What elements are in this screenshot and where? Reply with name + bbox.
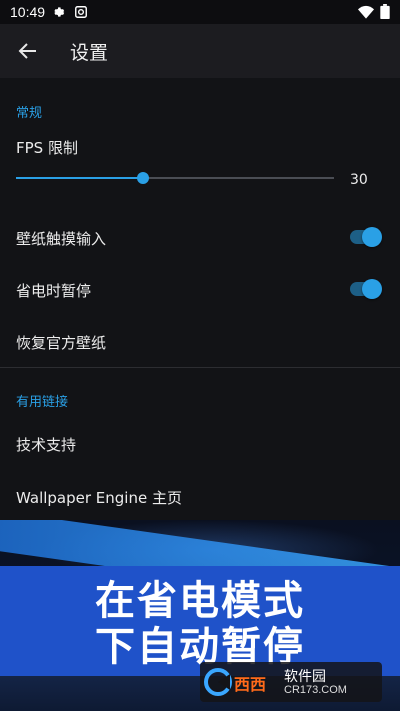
- wifi-icon: [358, 5, 374, 19]
- wallpaper-touch-toggle[interactable]: [350, 225, 382, 249]
- screenshot-icon: [75, 6, 87, 18]
- restore-wallpaper-label: 恢复官方壁纸: [16, 334, 107, 352]
- watermark-url: CR173.COM: [284, 684, 347, 696]
- toggle-thumb: [362, 227, 382, 247]
- promo-line-1: 在省电模式: [95, 578, 305, 624]
- wallpaper-touch-label: 壁纸触摸输入: [16, 230, 107, 248]
- watermark-site-name: 软件园: [284, 668, 326, 684]
- section-header-links: 有用链接: [16, 395, 69, 410]
- status-time: 10:49: [10, 4, 46, 20]
- watermark-brand: 西西: [234, 677, 267, 694]
- battery-pause-label: 省电时暂停: [16, 282, 92, 300]
- section-header-general: 常规: [16, 106, 43, 121]
- fps-limit-label: FPS 限制: [16, 139, 78, 157]
- app-bar: 设置: [0, 24, 400, 78]
- fps-value: 30: [350, 172, 368, 188]
- watermark-logo-icon: [204, 668, 232, 696]
- support-link: 技术支持: [16, 436, 77, 454]
- toggle-thumb: [362, 279, 382, 299]
- status-bar: 10:49: [0, 0, 400, 24]
- battery-pause-toggle[interactable]: [350, 277, 382, 301]
- battery-icon: [380, 4, 390, 19]
- fps-slider-fill: [16, 177, 144, 179]
- fps-slider[interactable]: [16, 172, 334, 184]
- promo-text: 在省电模式 下自动暂停: [0, 578, 400, 670]
- homepage-link: Wallpaper Engine 主页: [16, 489, 182, 507]
- section-divider: [0, 367, 400, 368]
- status-right-icons: [358, 4, 390, 19]
- site-watermark: 西西 软件园 CR173.COM: [200, 662, 382, 702]
- page-title: 设置: [70, 42, 109, 64]
- arrow-left-icon[interactable]: [16, 39, 40, 63]
- gear-icon: [54, 7, 65, 17]
